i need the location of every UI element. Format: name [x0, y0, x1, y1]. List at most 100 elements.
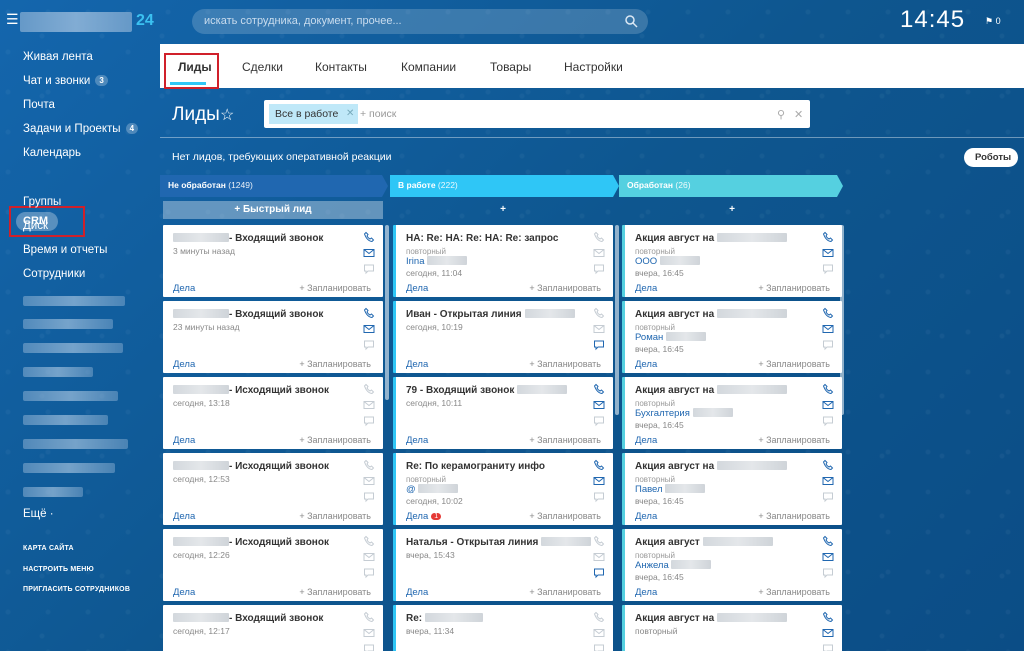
phone-icon[interactable]	[593, 231, 605, 243]
card-title[interactable]: Наталья - Открытая линия	[406, 537, 592, 548]
lead-card[interactable]: Акция август на повторный Роман вчера, 16:…	[622, 301, 842, 373]
activities-link[interactable]: Дела	[635, 587, 657, 598]
activities-link[interactable]: Дела	[173, 587, 195, 598]
lead-card[interactable]: 79 - Входящий звонок сегодня, 10:11 Дела + …	[393, 377, 613, 449]
chat-icon[interactable]	[593, 491, 605, 503]
star-icon[interactable]: ☆	[220, 105, 234, 125]
lead-card[interactable]: - Исходящий звонок сегодня, 13:18 Дела + За…	[163, 377, 383, 449]
tab-products[interactable]: Товары	[490, 60, 531, 74]
activities-link[interactable]: Дела	[173, 359, 195, 370]
mail-icon[interactable]	[363, 399, 375, 411]
column-scrollbar[interactable]	[385, 225, 389, 400]
lead-card[interactable]: Акция август повторный Анжела вчера, 16:45…	[622, 529, 842, 601]
clear-icon[interactable]: ✕	[794, 108, 803, 121]
card-contact[interactable]: Irina	[406, 256, 468, 267]
phone-icon[interactable]	[593, 459, 605, 471]
card-contact[interactable]: Павел	[635, 484, 706, 495]
mail-icon[interactable]	[822, 399, 834, 411]
schedule-link[interactable]: + Запланировать	[529, 435, 601, 445]
lead-card[interactable]: Акция август на повторный ООО вчера, 16:45…	[622, 225, 842, 297]
phone-icon[interactable]	[822, 535, 834, 547]
mail-icon[interactable]	[593, 551, 605, 563]
chat-icon[interactable]	[593, 339, 605, 351]
sidebar-more[interactable]: Ещё ·	[23, 508, 54, 520]
card-title[interactable]: Re:	[406, 613, 484, 624]
lead-card[interactable]: Наталья - Открытая линия вчера, 15:43 Дела…	[393, 529, 613, 601]
card-title[interactable]: - Входящий звонок	[173, 233, 323, 244]
activities-link[interactable]: Дела	[406, 435, 428, 446]
lead-card[interactable]: - Входящий звонок 23 минуты назад Дела + За…	[163, 301, 383, 373]
lead-card[interactable]: - Исходящий звонок сегодня, 12:53 Дела + За…	[163, 453, 383, 525]
column-scrollbar[interactable]	[840, 225, 844, 415]
chat-icon[interactable]	[593, 643, 605, 651]
schedule-link[interactable]: + Запланировать	[299, 587, 371, 597]
search-input[interactable]: искать сотрудника, документ, прочее...	[192, 9, 648, 34]
notifications[interactable]: ⚑ 0	[985, 16, 1001, 27]
schedule-link[interactable]: + Запланировать	[758, 587, 830, 597]
activities-link[interactable]: Дела	[173, 511, 195, 522]
phone-icon[interactable]	[363, 535, 375, 547]
sidebar-item-blurred[interactable]	[23, 343, 123, 353]
schedule-link[interactable]: + Запланировать	[529, 359, 601, 369]
card-title[interactable]: НА: Re: НА: Re: НА: Re: запрос	[406, 233, 558, 244]
chat-icon[interactable]	[822, 263, 834, 275]
chat-icon[interactable]	[363, 567, 375, 579]
phone-icon[interactable]	[363, 231, 375, 243]
phone-icon[interactable]	[593, 535, 605, 547]
portal-name-blurred[interactable]	[20, 12, 132, 32]
sidebar-item-blurred[interactable]	[23, 463, 115, 473]
mail-icon[interactable]	[593, 627, 605, 639]
mail-icon[interactable]	[822, 475, 834, 487]
sidebar-item-feed[interactable]: Живая лента	[23, 51, 93, 63]
sidebar-item-blurred[interactable]	[23, 319, 113, 329]
phone-icon[interactable]	[822, 383, 834, 395]
lead-card[interactable]: - Входящий звонок 3 минуты назад Дела + Зап…	[163, 225, 383, 297]
sidebar-item-chat[interactable]: Чат и звонки 3	[23, 75, 108, 87]
mail-icon[interactable]	[363, 247, 375, 259]
column-scrollbar[interactable]	[615, 225, 619, 415]
logo-24[interactable]: 24	[136, 12, 154, 30]
sidebar-item-groups[interactable]: Группы	[23, 196, 61, 208]
menu-icon[interactable]: ☰	[6, 12, 19, 26]
card-title[interactable]: Re: По керамограниту инфо	[406, 461, 545, 472]
activities-link[interactable]: Дела	[406, 587, 428, 598]
invite-link[interactable]: ПРИГЛАСИТЬ СОТРУДНИКОВ	[23, 586, 130, 593]
chat-icon[interactable]	[593, 415, 605, 427]
tab-leads[interactable]: Лиды	[178, 60, 212, 74]
activities-link[interactable]: Дела	[635, 283, 657, 294]
column-header[interactable]: Не обработан (1249)	[160, 175, 388, 197]
mail-icon[interactable]	[363, 627, 375, 639]
activities-link[interactable]: Дела	[635, 511, 657, 522]
phone-icon[interactable]	[822, 459, 834, 471]
sidebar-item-disk[interactable]: Диск	[23, 220, 48, 232]
activities-link[interactable]: Дела	[406, 359, 428, 370]
sidebar-item-mail[interactable]: Почта	[23, 99, 55, 111]
phone-icon[interactable]	[363, 383, 375, 395]
schedule-link[interactable]: + Запланировать	[299, 511, 371, 521]
sidebar-item-blurred[interactable]	[23, 415, 108, 425]
tab-companies[interactable]: Компании	[401, 60, 456, 74]
card-title[interactable]: - Входящий звонок	[173, 309, 323, 320]
phone-icon[interactable]	[593, 611, 605, 623]
schedule-link[interactable]: + Запланировать	[529, 511, 601, 521]
mail-icon[interactable]	[363, 475, 375, 487]
mail-icon[interactable]	[593, 399, 605, 411]
phone-icon[interactable]	[593, 307, 605, 319]
schedule-link[interactable]: + Запланировать	[299, 359, 371, 369]
phone-icon[interactable]	[822, 307, 834, 319]
card-title[interactable]: Акция август	[635, 537, 773, 548]
sitemap-link[interactable]: КАРТА САЙТА	[23, 545, 74, 552]
activities-link[interactable]: Дела	[635, 435, 657, 446]
filter-search[interactable]: Все в работе ✕ + поиск ⚲ ✕	[264, 100, 810, 128]
lead-card[interactable]: Re: По керамограниту инфо повторный @ сего…	[393, 453, 613, 525]
card-contact[interactable]: ООО	[635, 256, 700, 267]
activities-link[interactable]: Дела 1	[406, 511, 442, 522]
lead-card[interactable]: - Входящий звоноксегодня, 12:17Дела+ Зап…	[163, 605, 383, 651]
mail-icon[interactable]	[593, 475, 605, 487]
tab-contacts[interactable]: Контакты	[315, 60, 367, 74]
configure-menu-link[interactable]: НАСТРОИТЬ МЕНЮ	[23, 566, 94, 573]
mail-icon[interactable]	[822, 551, 834, 563]
lead-card[interactable]: - Исходящий звонок сегодня, 12:26 Дела + За…	[163, 529, 383, 601]
card-title[interactable]: 79 - Входящий звонок	[406, 385, 568, 396]
activities-link[interactable]: Дела	[173, 283, 195, 294]
